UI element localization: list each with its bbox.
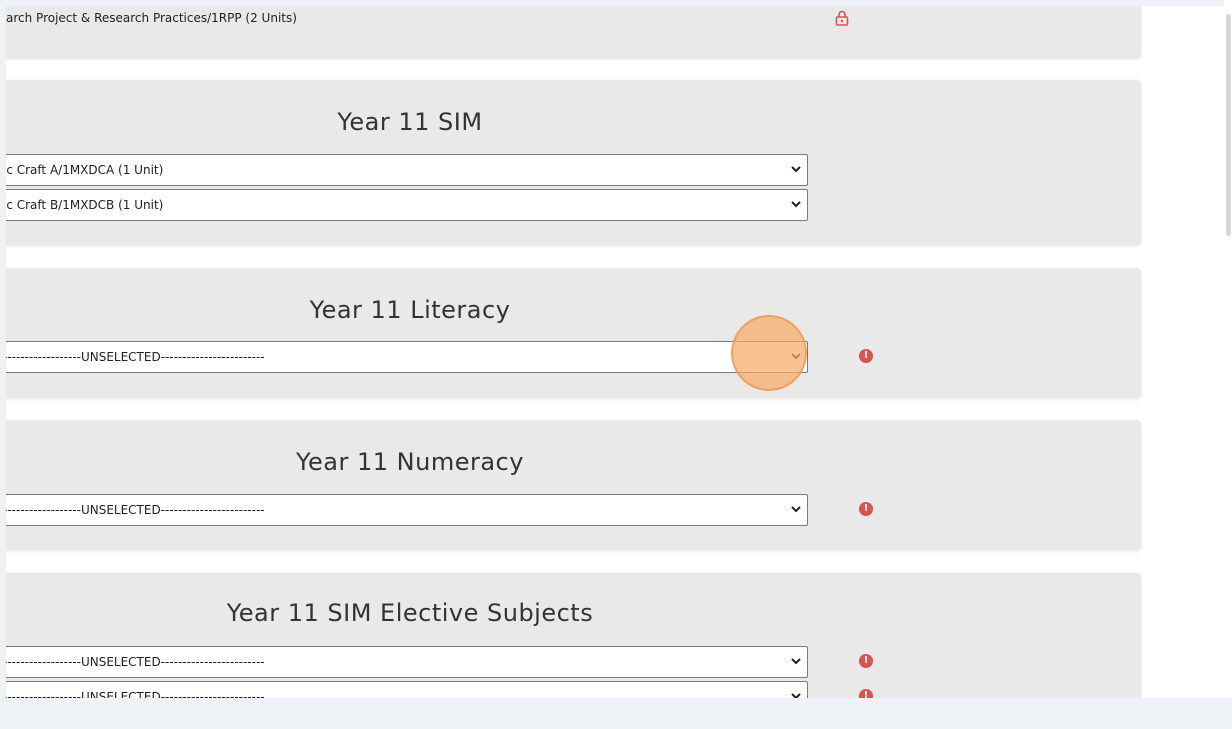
alert-icon: ! (859, 349, 873, 363)
course-item-label: arch Project & Research Practices/1RPP (… (6, 11, 297, 25)
page-viewport: arch Project & Research Practices/1RPP (… (0, 0, 1232, 698)
select-value: ic Craft B/1MXDCB (1 Unit) (3, 198, 164, 212)
section-title: Year 11 SIM (337, 108, 483, 136)
chevron-down-icon (789, 647, 803, 677)
section-year11-numeracy: Year 11 Numeracy ------------------UNSEL… (0, 420, 1141, 550)
click-indicator (731, 315, 807, 391)
select-value: ------------------UNSELECTED------------… (3, 690, 265, 698)
section-year11-literacy: Year 11 Literacy ------------------UNSEL… (0, 268, 1141, 398)
chevron-down-icon (789, 682, 803, 698)
elective-select[interactable]: ------------------UNSELECTED------------… (0, 681, 808, 698)
alert-icon: ! (859, 502, 873, 516)
numeracy-select[interactable]: ------------------UNSELECTED------------… (0, 494, 808, 526)
elective-select[interactable]: ------------------UNSELECTED------------… (0, 646, 808, 678)
alert-icon: ! (859, 654, 873, 668)
subject-select[interactable]: ic Craft B/1MXDCB (1 Unit) (0, 189, 808, 221)
section-title: Year 11 SIM Elective Subjects (226, 599, 594, 627)
lock-icon (835, 10, 849, 26)
alert-icon: ! (859, 689, 873, 698)
section-year11-sim: Year 11 SIM ic Craft A/1MXDCA (1 Unit) i… (0, 80, 1141, 245)
select-value: ------------------UNSELECTED------------… (3, 503, 265, 517)
scrollbar-thumb[interactable] (1226, 14, 1231, 236)
literacy-select[interactable]: ------------------UNSELECTED------------… (0, 341, 808, 373)
top-edge (0, 0, 1232, 6)
section-title: Year 11 Literacy (309, 296, 511, 324)
chevron-down-icon (789, 155, 803, 185)
select-value: ------------------UNSELECTED------------… (3, 655, 265, 669)
left-edge (0, 0, 6, 698)
section-title: Year 11 Numeracy (296, 448, 524, 476)
select-value: ------------------UNSELECTED------------… (3, 350, 265, 364)
section-year11-sim-electives: Year 11 SIM Elective Subjects ----------… (0, 573, 1141, 698)
chevron-down-icon (789, 190, 803, 220)
subject-select[interactable]: ic Craft A/1MXDCA (1 Unit) (0, 154, 808, 186)
course-card-top: arch Project & Research Practices/1RPP (… (0, 0, 1141, 58)
vertical-scrollbar[interactable] (1224, 0, 1232, 698)
chevron-down-icon (789, 495, 803, 525)
select-value: ic Craft A/1MXDCA (1 Unit) (3, 163, 164, 177)
